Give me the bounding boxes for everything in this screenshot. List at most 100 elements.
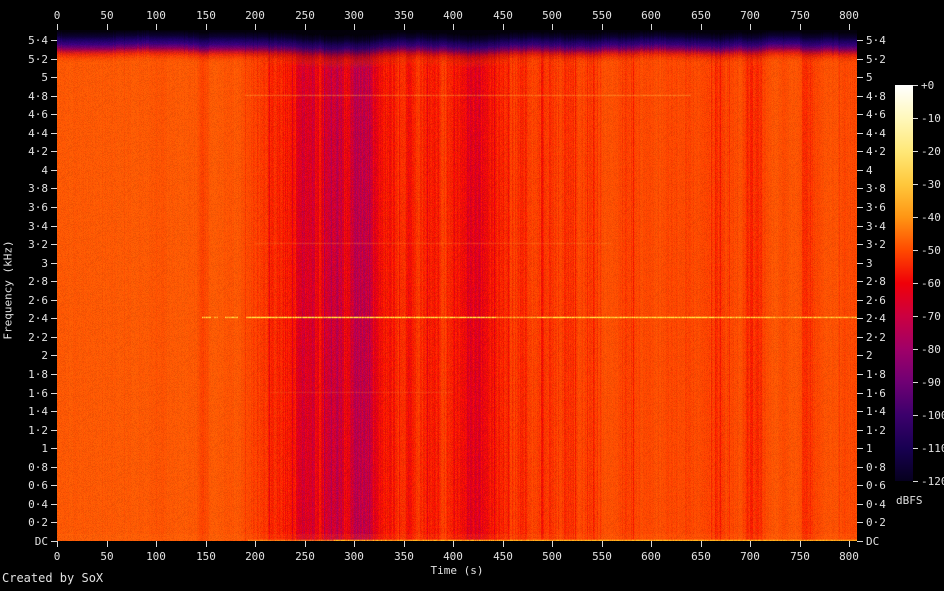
freq-tick — [857, 355, 863, 356]
freq-tick — [857, 114, 863, 115]
freq-tick — [857, 96, 863, 97]
colorbar-tick — [913, 184, 918, 185]
freq-tick-label: 1 — [866, 442, 873, 455]
freq-tick — [857, 393, 863, 394]
time-tick-label: 250 — [295, 9, 315, 22]
freq-tick-label: 3 — [866, 257, 873, 270]
freq-tick — [857, 318, 863, 319]
freq-tick-label: 4·8 — [866, 90, 886, 103]
freq-tick — [51, 40, 57, 41]
freq-tick-label: 5·2 — [866, 53, 886, 66]
time-tick-label: 400 — [443, 550, 463, 563]
freq-tick — [51, 318, 57, 319]
colorbar-tick — [913, 316, 918, 317]
time-tick — [503, 24, 504, 30]
sox-spectrogram-window: Frequency (kHz) Time (s) dBFS Created by… — [0, 0, 944, 591]
time-tick-label: 500 — [542, 550, 562, 563]
colorbar-tick-label: -40 — [921, 211, 941, 224]
freq-tick — [51, 226, 57, 227]
time-tick-label: 300 — [344, 9, 364, 22]
time-tick-label: 550 — [592, 550, 612, 563]
time-tick-label: 150 — [196, 550, 216, 563]
colorbar-tick — [913, 151, 918, 152]
time-tick — [651, 541, 652, 547]
freq-tick — [857, 281, 863, 282]
freq-tick-label: 0·2 — [866, 516, 886, 529]
freq-tick — [51, 281, 57, 282]
freq-tick-label: 2·2 — [866, 331, 886, 344]
freq-tick-label: 5 — [41, 71, 48, 84]
freq-tick — [51, 114, 57, 115]
colorbar-tick-label: -60 — [921, 277, 941, 290]
freq-tick-label: 2·6 — [28, 294, 48, 307]
freq-tick — [857, 226, 863, 227]
freq-tick — [51, 207, 57, 208]
freq-tick-label: 4·8 — [28, 90, 48, 103]
time-tick — [107, 24, 108, 30]
time-tick-label: 550 — [592, 9, 612, 22]
time-tick-label: 750 — [790, 9, 810, 22]
freq-tick — [51, 355, 57, 356]
freq-tick — [857, 300, 863, 301]
freq-tick-label: 2 — [41, 349, 48, 362]
time-tick — [156, 24, 157, 30]
freq-tick — [857, 263, 863, 264]
time-tick — [453, 24, 454, 30]
freq-tick-label: 3·8 — [28, 182, 48, 195]
freq-tick — [857, 244, 863, 245]
freq-tick-label: 1·4 — [28, 405, 48, 418]
time-tick-label: 100 — [146, 550, 166, 563]
freq-tick-label: 1·2 — [866, 424, 886, 437]
freq-tick — [857, 430, 863, 431]
freq-tick-label: 0·6 — [28, 479, 48, 492]
colorbar-tick-label: -100 — [921, 409, 944, 422]
colorbar-tick-label: -20 — [921, 145, 941, 158]
freq-tick-label: 4·4 — [28, 127, 48, 140]
time-tick — [651, 24, 652, 30]
colorbar-tick — [913, 481, 918, 482]
freq-tick — [51, 485, 57, 486]
freq-tick — [51, 244, 57, 245]
freq-tick — [51, 96, 57, 97]
freq-tick-label: 3·6 — [28, 201, 48, 214]
freq-tick — [857, 77, 863, 78]
time-tick — [453, 541, 454, 547]
time-tick — [354, 24, 355, 30]
freq-tick-label: 3·2 — [866, 238, 886, 251]
freq-tick — [51, 448, 57, 449]
time-tick — [107, 541, 108, 547]
freq-tick — [51, 133, 57, 134]
freq-tick — [51, 393, 57, 394]
time-tick-label: 350 — [394, 550, 414, 563]
freq-tick — [857, 133, 863, 134]
time-tick — [206, 541, 207, 547]
freq-tick-label: 1·8 — [28, 368, 48, 381]
time-tick — [602, 541, 603, 547]
time-tick-label: 150 — [196, 9, 216, 22]
freq-tick — [51, 411, 57, 412]
freq-tick — [857, 151, 863, 152]
freq-tick — [857, 40, 863, 41]
freq-tick — [857, 467, 863, 468]
freq-tick — [51, 188, 57, 189]
freq-tick — [857, 504, 863, 505]
colorbar-tick-label: -120 — [921, 475, 944, 488]
time-tick — [156, 541, 157, 547]
time-tick-label: 700 — [740, 9, 760, 22]
time-tick-label: 800 — [839, 550, 859, 563]
spectrogram-canvas — [57, 30, 857, 541]
freq-tick-label: 1·4 — [866, 405, 886, 418]
freq-tick-label: 5·4 — [28, 34, 48, 47]
created-by-sox-credit: Created by SoX — [2, 571, 104, 585]
time-tick-label: 750 — [790, 550, 810, 563]
freq-tick — [51, 263, 57, 264]
freq-tick — [51, 337, 57, 338]
freq-tick — [51, 430, 57, 431]
x-axis-title: Time (s) — [430, 564, 484, 577]
freq-tick-label: 1·2 — [28, 424, 48, 437]
time-tick-label: 650 — [691, 550, 711, 563]
freq-tick — [51, 467, 57, 468]
freq-tick-label: 0·4 — [866, 498, 886, 511]
time-tick — [503, 541, 504, 547]
freq-tick-label: 5·2 — [28, 53, 48, 66]
